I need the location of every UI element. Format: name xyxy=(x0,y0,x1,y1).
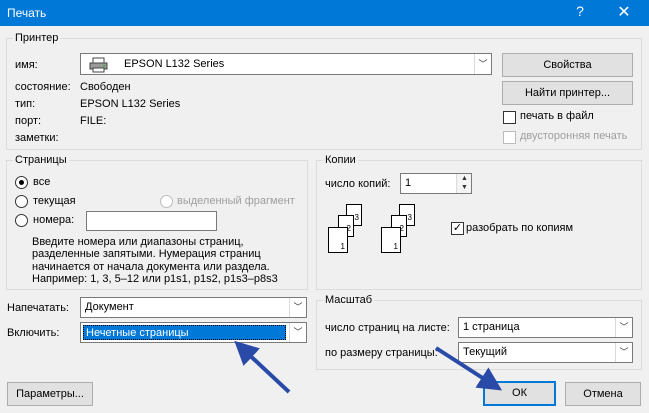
current-page-radio[interactable] xyxy=(15,195,28,208)
options-button[interactable]: Параметры... xyxy=(7,382,93,406)
chevron-down-icon[interactable]: ﹀ xyxy=(615,318,632,337)
print-what-value: Документ xyxy=(85,301,134,313)
page-thumb: 1 xyxy=(328,227,348,253)
all-pages-radio[interactable] xyxy=(15,176,28,189)
title-bar: Печать ? ✕ xyxy=(0,0,649,26)
hint-line: начинается от начала документа или разде… xyxy=(32,260,270,273)
chevron-down-icon[interactable]: ﹀ xyxy=(474,54,491,74)
chevron-down-icon[interactable]: ﹀ xyxy=(615,343,632,362)
print-what-label: Напечатать: xyxy=(7,302,69,314)
scale-value: Текущий xyxy=(463,346,507,358)
comment-label: заметки: xyxy=(15,132,59,144)
hint-line: Введите номера или диапазоны страниц, xyxy=(32,236,244,248)
printer-name-combo[interactable]: EPSON L132 Series ﹀ xyxy=(80,53,492,75)
page-numbers-radio[interactable] xyxy=(15,214,28,227)
copies-count-value: 1 xyxy=(405,177,412,189)
close-button[interactable]: ✕ xyxy=(612,2,636,22)
port-value: FILE: xyxy=(80,115,107,127)
status-value: Свободен xyxy=(80,81,131,93)
include-value: Нечетные страницы xyxy=(83,325,286,340)
window-title: Печать xyxy=(7,6,47,20)
find-printer-button[interactable]: Найти принтер... xyxy=(502,81,633,105)
duplex-checkbox[interactable] xyxy=(503,131,516,144)
copies-legend: Копии xyxy=(325,154,356,166)
cancel-button[interactable]: Отмена xyxy=(565,382,641,406)
type-label: тип: xyxy=(15,98,36,110)
page-numbers-hint: Введите номера или диапазоны страниц, ра… xyxy=(32,236,297,285)
include-label: Включить: xyxy=(7,327,60,339)
pages-per-sheet-value: 1 страница xyxy=(463,321,520,333)
chevron-down-icon[interactable]: ﹀ xyxy=(289,298,306,317)
page-thumb: 1 xyxy=(381,227,401,253)
printer-name-value: EPSON L132 Series xyxy=(124,58,225,70)
print-what-combo[interactable]: Документ ﹀ xyxy=(80,297,307,318)
pages-per-sheet-label: число страниц на листе: xyxy=(325,322,450,334)
printer-legend: Принтер xyxy=(15,32,59,44)
status-label: состояние: xyxy=(15,81,71,93)
hint-line: разделенные запятыми. Нумерация страниц xyxy=(32,248,261,261)
current-page-label: текущая xyxy=(33,195,76,207)
pages-per-sheet-combo[interactable]: 1 страница ﹀ xyxy=(458,317,633,338)
spin-up-icon[interactable]: ▲ xyxy=(461,175,468,182)
help-button[interactable]: ? xyxy=(570,3,590,19)
spin-buttons[interactable]: ▲ ▼ xyxy=(456,174,471,193)
selection-radio[interactable] xyxy=(160,195,173,208)
print-to-file-label: печать в файл xyxy=(520,110,594,122)
port-label: порт: xyxy=(15,115,42,127)
scale-label: по размеру страницы: xyxy=(325,347,438,359)
all-pages-label: все xyxy=(33,176,51,188)
ok-button[interactable]: ОК xyxy=(483,381,556,406)
pages-legend: Страницы xyxy=(15,154,67,166)
type-value: EPSON L132 Series xyxy=(80,98,181,110)
copies-count-spinner[interactable]: 1 ▲ ▼ xyxy=(400,173,472,194)
duplex-label: двусторонняя печать xyxy=(520,130,628,142)
printer-name-label: имя: xyxy=(15,59,38,71)
print-to-file-checkbox[interactable] xyxy=(503,111,516,124)
spin-down-icon[interactable]: ▼ xyxy=(461,184,468,191)
collate-checkbox[interactable]: ✓ xyxy=(451,222,464,235)
page-numbers-label: номера: xyxy=(33,214,75,226)
arrow-to-include-combo xyxy=(234,340,291,394)
include-combo[interactable]: Нечетные страницы ﹀ xyxy=(80,322,307,343)
collate-label: разобрать по копиям xyxy=(466,222,574,234)
chevron-down-icon[interactable]: ﹀ xyxy=(289,323,306,342)
copies-count-label: число копий: xyxy=(325,178,391,190)
hint-line: Например: 1, 3, 5–12 или p1s1, p1s2, p1s… xyxy=(32,272,278,285)
printer-icon xyxy=(89,57,108,73)
page-numbers-input[interactable] xyxy=(86,211,217,231)
scale-combo[interactable]: Текущий ﹀ xyxy=(458,342,633,363)
zoom-legend: Масштаб xyxy=(325,294,373,306)
selection-label: выделенный фрагмент xyxy=(177,195,295,207)
properties-button[interactable]: Свойства xyxy=(502,53,633,77)
